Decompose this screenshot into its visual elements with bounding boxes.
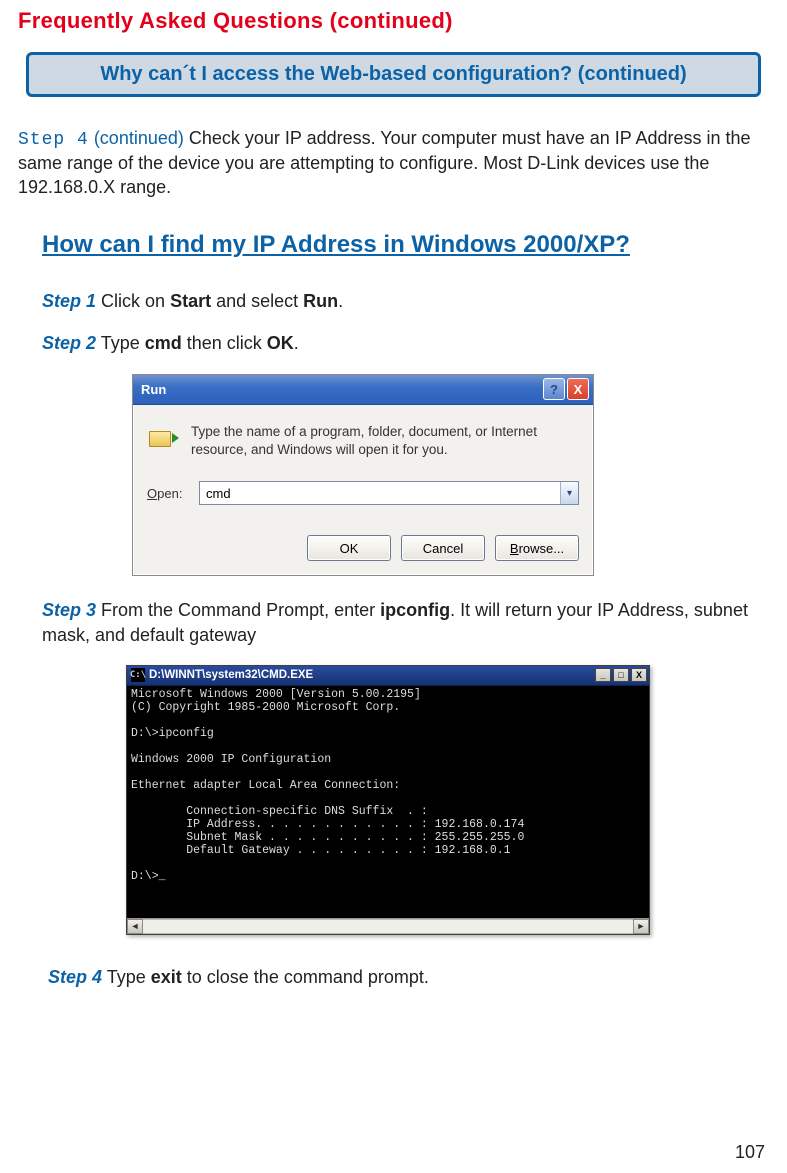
step-2-pre: Type	[96, 333, 145, 353]
run-icon	[147, 423, 179, 455]
ok-button[interactable]: OK	[307, 535, 391, 561]
cmd-window: C:\ D:\WINNT\system32\CMD.EXE _ □ X Micr…	[126, 665, 650, 935]
step-3-label: Step 3	[42, 600, 96, 620]
step-4-pre: Type	[102, 967, 151, 987]
scroll-left-icon[interactable]: ◄	[127, 919, 143, 934]
faq-title: Frequently Asked Questions (continued)	[18, 8, 769, 34]
open-combobox[interactable]: ▾	[199, 481, 579, 505]
open-input[interactable]	[200, 486, 560, 501]
step-2-b1: cmd	[145, 333, 182, 353]
question-callout-box: Why can´t I access the Web-based configu…	[26, 52, 761, 97]
page-number: 107	[735, 1142, 765, 1163]
step-4-label: Step 4	[48, 967, 102, 987]
run-description: Type the name of a program, folder, docu…	[191, 423, 579, 459]
step-1-mid: and select	[211, 291, 303, 311]
step-2-b2: OK	[267, 333, 294, 353]
scroll-right-icon[interactable]: ►	[633, 919, 649, 934]
step-1: Step 1 Click on Start and select Run.	[42, 289, 769, 313]
step-3-pre: From the Command Prompt, enter	[96, 600, 380, 620]
step-2-label: Step 2	[42, 333, 96, 353]
step-1-post: .	[338, 291, 343, 311]
cmd-icon: C:\	[131, 668, 145, 682]
open-label: Open:	[147, 486, 187, 501]
cancel-button[interactable]: Cancel	[401, 535, 485, 561]
step-1-b1: Start	[170, 291, 211, 311]
step-2-post: .	[294, 333, 299, 353]
step-4: Step 4 Type exit to close the command pr…	[48, 965, 769, 989]
step-1-pre: Click on	[96, 291, 170, 311]
step-1-label: Step 1	[42, 291, 96, 311]
step-3-b1: ipconfig	[380, 600, 450, 620]
run-dialog: Run ? X Type the name of a program, fold…	[132, 374, 594, 576]
step-4-b1: exit	[151, 967, 182, 987]
cmd-titlebar[interactable]: C:\ D:\WINNT\system32\CMD.EXE _ □ X	[127, 666, 649, 686]
step4-paragraph: Step 4 (continued) Check your IP address…	[18, 127, 769, 199]
subheading-find-ip: How can I find my IP Address in Windows …	[42, 231, 769, 259]
scroll-track[interactable]	[143, 919, 633, 934]
minimize-button[interactable]: _	[595, 668, 611, 682]
step4-label: Step 4	[18, 130, 89, 150]
dropdown-icon[interactable]: ▾	[560, 482, 578, 504]
cmd-title: D:\WINNT\system32\CMD.EXE	[149, 669, 593, 681]
run-title: Run	[141, 382, 541, 397]
step-3: Step 3 From the Command Prompt, enter ip…	[42, 598, 769, 647]
step-2: Step 2 Type cmd then click OK.	[42, 331, 769, 355]
browse-button[interactable]: Browse...	[495, 535, 579, 561]
step-4-post: to close the command prompt.	[182, 967, 429, 987]
horizontal-scrollbar[interactable]: ◄ ►	[127, 918, 649, 934]
cmd-close-button[interactable]: X	[631, 668, 647, 682]
help-button[interactable]: ?	[543, 378, 565, 400]
step-1-b2: Run	[303, 291, 338, 311]
cmd-output[interactable]: Microsoft Windows 2000 [Version 5.00.219…	[127, 686, 649, 918]
maximize-button[interactable]: □	[613, 668, 629, 682]
run-titlebar[interactable]: Run ? X	[133, 375, 593, 405]
continued-label: (continued)	[89, 128, 189, 148]
close-button[interactable]: X	[567, 378, 589, 400]
step-2-mid: then click	[182, 333, 267, 353]
